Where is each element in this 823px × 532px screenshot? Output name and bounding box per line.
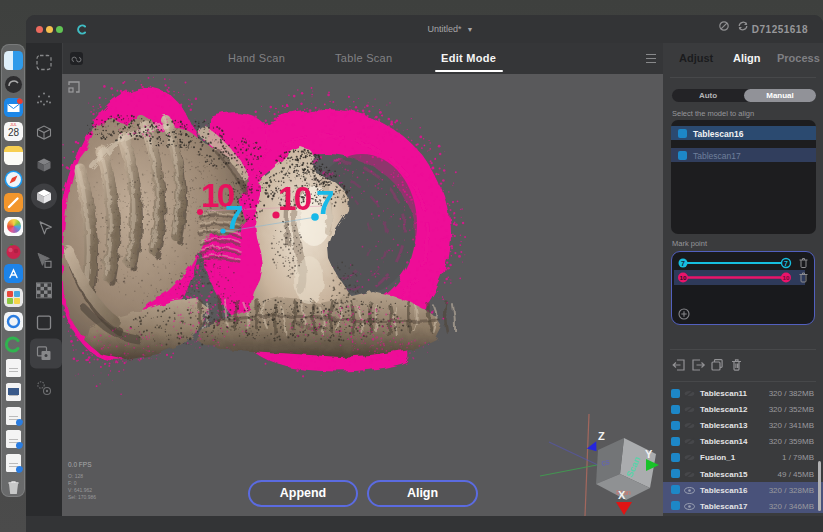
- svg-text:7: 7: [784, 260, 788, 267]
- svg-text:Z: Z: [598, 430, 605, 442]
- svg-text:10: 10: [680, 274, 687, 281]
- svg-text:10: 10: [783, 274, 790, 281]
- svg-text:7: 7: [681, 260, 685, 267]
- svg-text:7: 7: [225, 199, 242, 236]
- svg-text:X: X: [618, 489, 626, 501]
- svg-text:7: 7: [316, 184, 333, 221]
- svg-text:Y: Y: [645, 448, 653, 460]
- svg-text:10: 10: [278, 180, 311, 217]
